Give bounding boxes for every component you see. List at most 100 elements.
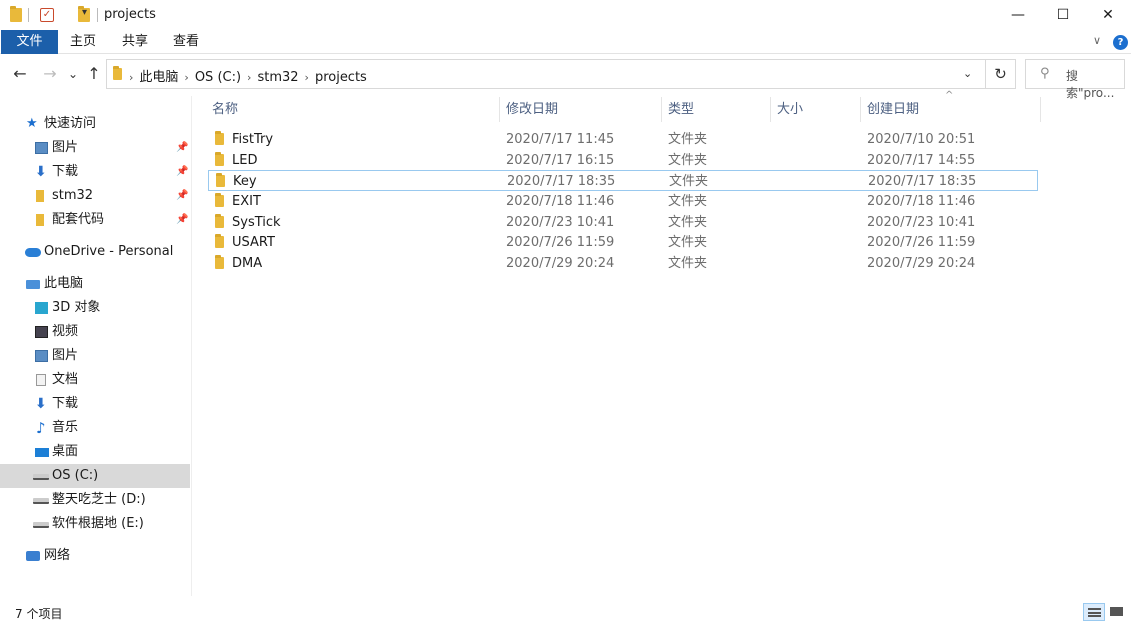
column-header-modified[interactable]: 修改日期: [506, 96, 558, 123]
nav-onedrive[interactable]: OneDrive - Personal: [0, 240, 190, 264]
cube-icon: [35, 302, 48, 314]
nav-item-downloads[interactable]: ⬇ 下载 📌: [0, 160, 190, 184]
music-icon: ♪: [36, 419, 46, 437]
nav-label: stm32: [52, 188, 94, 203]
folder-icon: [36, 214, 44, 226]
pin-icon[interactable]: 📌: [176, 136, 188, 160]
separator: [97, 8, 98, 22]
nav-item-drive-e[interactable]: 软件根据地 (E:): [0, 512, 190, 536]
nav-item-pictures-pc[interactable]: 图片: [0, 344, 190, 368]
nav-label: OneDrive - Personal: [44, 244, 174, 259]
file-row[interactable]: FistTry 2020/7/17 11:45 文件夹 2020/7/10 20…: [208, 129, 1038, 150]
computer-icon: [26, 280, 40, 289]
breadcrumb-os-c[interactable]: OS (C:): [195, 70, 241, 85]
refresh-button[interactable]: ↻: [986, 59, 1016, 89]
nav-item-videos[interactable]: 视频: [0, 320, 190, 344]
maximize-button[interactable]: ☐: [1040, 0, 1086, 30]
column-header-size[interactable]: 大小: [777, 96, 803, 123]
file-modified: 2020/7/29 20:24: [506, 256, 615, 271]
nav-quick-access[interactable]: ★ 快速访问: [0, 112, 190, 136]
column-divider[interactable]: [1040, 97, 1041, 122]
tab-view[interactable]: 查看: [161, 30, 211, 54]
nav-item-pictures[interactable]: 图片 📌: [0, 136, 190, 160]
large-icons-view-button[interactable]: [1106, 603, 1128, 621]
up-button[interactable]: ↑: [84, 63, 104, 85]
breadcrumb: › 此电脑 › OS (C:) › stm32 › projects: [129, 70, 367, 85]
breadcrumb-projects[interactable]: projects: [315, 70, 367, 85]
pin-icon[interactable]: 📌: [176, 184, 188, 208]
download-icon: ⬇: [35, 396, 47, 412]
file-row[interactable]: Key 2020/7/17 18:35 文件夹 2020/7/17 18:35: [208, 170, 1038, 191]
nav-label: 音乐: [52, 420, 79, 435]
nav-item-3d-objects[interactable]: 3D 对象: [0, 296, 190, 320]
tab-share[interactable]: 共享: [110, 30, 160, 54]
address-dropdown-icon[interactable]: ⌄: [963, 67, 972, 80]
folder-icon: [215, 234, 224, 248]
file-name: USART: [232, 235, 275, 250]
breadcrumb-this-pc[interactable]: 此电脑: [139, 70, 178, 85]
navigation-pane: ★ 快速访问 图片 📌 ⬇ 下载 📌 stm32 📌 配套代码 📌 OneDri…: [0, 96, 192, 596]
nav-item-desktop[interactable]: 桌面: [0, 440, 190, 464]
file-row[interactable]: SysTick 2020/7/23 10:41 文件夹 2020/7/23 10…: [208, 212, 1038, 233]
file-name: FistTry: [232, 132, 274, 147]
close-button[interactable]: ✕: [1085, 0, 1131, 30]
nav-label: 下载: [52, 164, 79, 179]
nav-label: 此电脑: [44, 276, 84, 291]
column-divider[interactable]: [860, 97, 861, 122]
recent-locations-icon[interactable]: ⌄: [66, 63, 80, 85]
properties-icon[interactable]: ✓: [40, 8, 54, 22]
nav-item-music[interactable]: ♪ 音乐: [0, 416, 190, 440]
video-icon: [35, 326, 48, 338]
pictures-icon: [35, 350, 48, 362]
file-row[interactable]: DMA 2020/7/29 20:24 文件夹 2020/7/29 20:24: [208, 253, 1038, 274]
file-type: 文件夹: [668, 256, 708, 271]
column-divider[interactable]: [499, 97, 500, 122]
quick-access-dropdown-icon[interactable]: ▾: [82, 7, 87, 18]
column-header-created[interactable]: 创建日期: [867, 96, 919, 123]
breadcrumb-stm32[interactable]: stm32: [257, 70, 298, 85]
nav-label: 网络: [44, 548, 71, 563]
nav-item-documents[interactable]: 文档: [0, 368, 190, 392]
column-header-type[interactable]: 类型: [668, 96, 694, 123]
nav-label: 快速访问: [44, 116, 97, 131]
nav-item-code[interactable]: 配套代码 📌: [0, 208, 190, 232]
tab-file[interactable]: 文件: [1, 30, 58, 54]
nav-item-downloads-pc[interactable]: ⬇ 下载: [0, 392, 190, 416]
minimize-button[interactable]: —: [995, 0, 1041, 30]
nav-item-drive-d[interactable]: 整天吃芝士 (D:): [0, 488, 190, 512]
tab-home[interactable]: 主页: [58, 30, 108, 54]
nav-item-stm32[interactable]: stm32 📌: [0, 184, 190, 208]
pin-icon[interactable]: 📌: [176, 208, 188, 232]
column-header-name[interactable]: 名称: [212, 96, 238, 123]
nav-item-drive-c[interactable]: OS (C:): [0, 464, 190, 488]
nav-this-pc[interactable]: 此电脑: [0, 272, 190, 296]
column-divider[interactable]: [770, 97, 771, 122]
pin-icon[interactable]: 📌: [176, 160, 188, 184]
column-divider[interactable]: [661, 97, 662, 122]
file-name: DMA: [232, 256, 263, 271]
file-row[interactable]: LED 2020/7/17 16:15 文件夹 2020/7/17 14:55: [208, 150, 1038, 171]
details-view-button[interactable]: [1083, 603, 1105, 621]
drive-icon: [33, 522, 49, 528]
forward-button[interactable]: →: [40, 63, 60, 85]
address-bar[interactable]: › 此电脑 › OS (C:) › stm32 › projects ⌄: [106, 59, 986, 89]
file-name: SysTick: [232, 215, 281, 230]
file-created: 2020/7/26 11:59: [867, 235, 976, 250]
nav-network[interactable]: 网络: [0, 544, 190, 568]
ribbon-expand-icon[interactable]: ∨: [1093, 34, 1101, 47]
folder-icon: [10, 6, 22, 22]
back-button[interactable]: ←: [10, 63, 30, 85]
help-icon[interactable]: ?: [1113, 35, 1128, 50]
star-icon: ★: [26, 116, 38, 131]
folder-icon: [215, 214, 224, 228]
search-input[interactable]: ⚲ 搜索"pro...: [1025, 59, 1125, 100]
file-type: 文件夹: [669, 174, 709, 189]
file-row[interactable]: USART 2020/7/26 11:59 文件夹 2020/7/26 11:5…: [208, 232, 1038, 253]
file-modified: 2020/7/17 16:15: [506, 153, 615, 168]
desktop-icon: [35, 448, 49, 457]
folder-icon: [215, 193, 224, 207]
drive-icon: [33, 474, 49, 480]
file-row[interactable]: EXIT 2020/7/18 11:46 文件夹 2020/7/18 11:46: [208, 191, 1038, 212]
document-icon: [36, 374, 46, 386]
folder-icon: [216, 173, 225, 187]
